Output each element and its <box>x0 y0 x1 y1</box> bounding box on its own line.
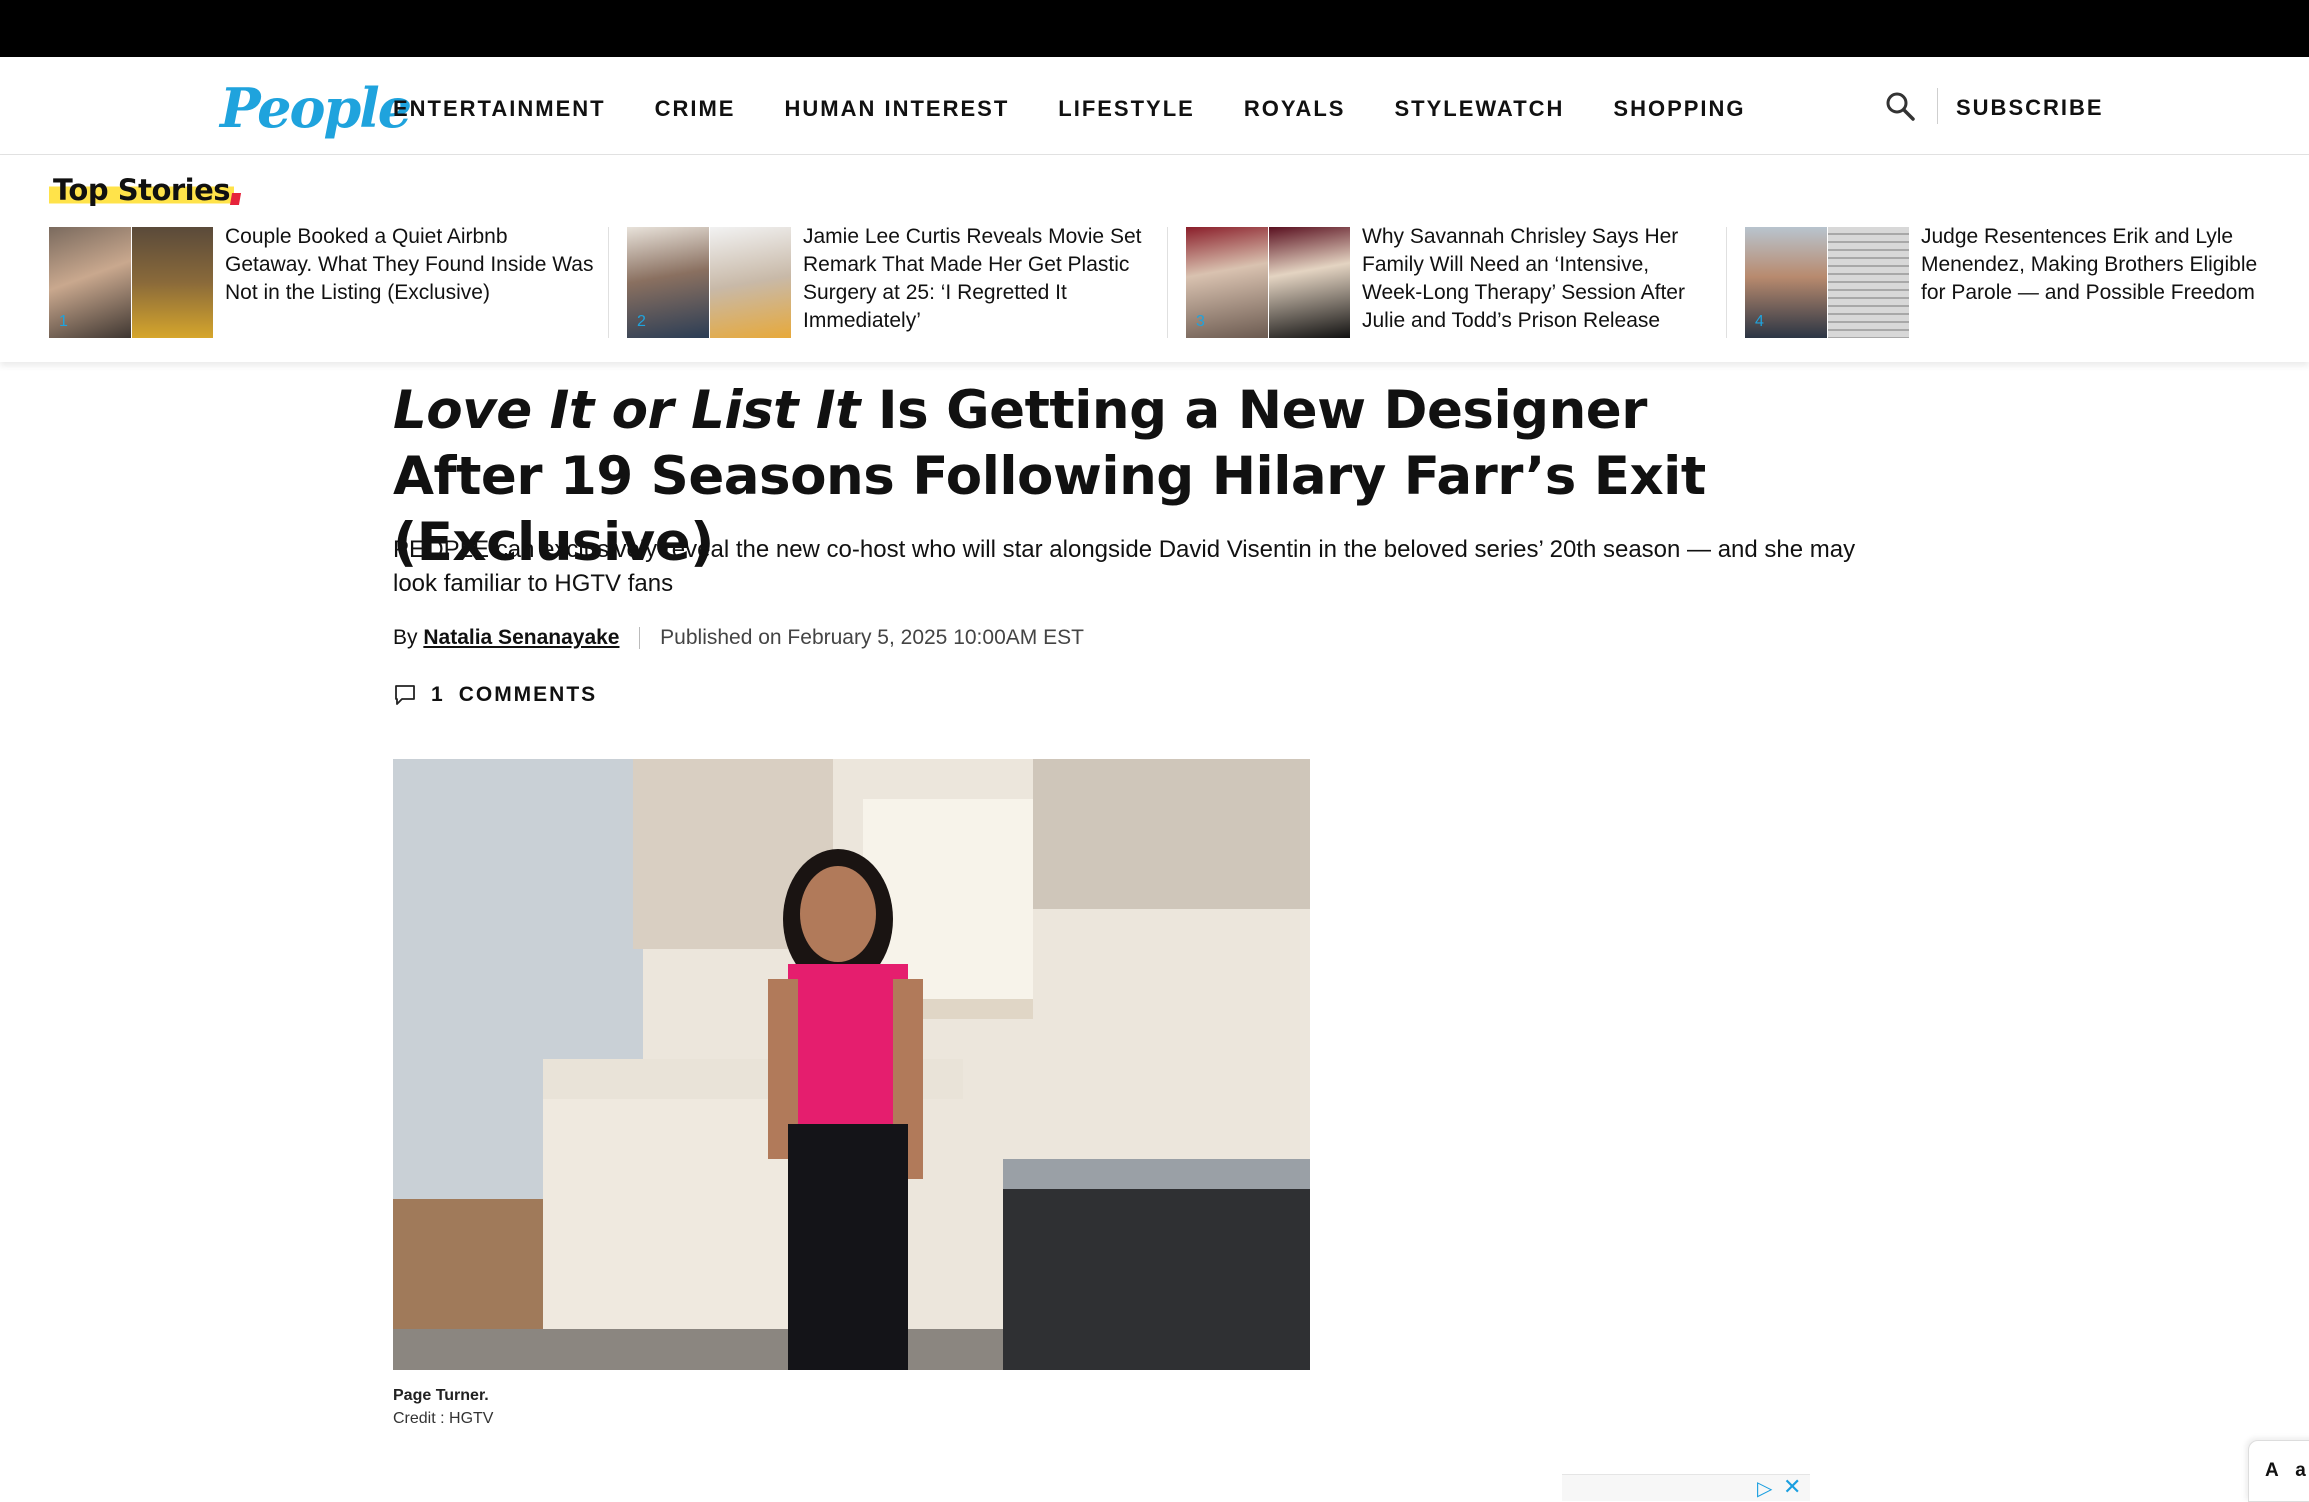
subscribe-button[interactable]: SUBSCRIBE <box>1956 88 2104 128</box>
nav-divider <box>1937 88 1938 124</box>
story-headline[interactable]: Why Savannah Chrisley Says Her Family Wi… <box>1362 223 1714 335</box>
top-stories-title: Top Stories <box>49 173 235 207</box>
article-dek: PEOPLE can exclusively reveal the new co… <box>393 536 1856 597</box>
story-thumbnail[interactable] <box>1186 227 1351 338</box>
story-divider <box>1726 227 1727 338</box>
story-rank: 2 <box>637 313 646 330</box>
comments-count: 1 <box>431 683 445 706</box>
byline: By Natalia Senanayake Published on Febru… <box>393 622 1084 654</box>
story-divider <box>1167 227 1168 338</box>
byline-divider <box>639 627 641 650</box>
story-headline[interactable]: Couple Booked a Quiet Airbnb Getaway. Wh… <box>225 223 595 307</box>
nav-entertainment[interactable]: ENTERTAINMENT <box>393 89 606 129</box>
story-thumbnail[interactable] <box>49 227 214 338</box>
close-icon[interactable]: ✕ <box>1783 1474 1801 1500</box>
nav-crime[interactable]: CRIME <box>655 89 736 129</box>
comments-label: COMMENTS <box>458 683 598 706</box>
story-headline[interactable]: Jamie Lee Curtis Reveals Movie Set Remar… <box>803 223 1155 335</box>
story-rank: 3 <box>1196 313 1205 330</box>
story-headline[interactable]: Judge Resentences Erik and Lyle Menendez… <box>1921 223 2273 307</box>
top-stories-bar: Top Stories 1 Couple Booked a Quiet Airb… <box>0 155 2309 362</box>
main-nav: ENTERTAINMENT CRIME HUMAN INTEREST LIFES… <box>393 89 1795 129</box>
comment-icon <box>395 685 415 705</box>
top-black-bar <box>0 0 2309 57</box>
site-header: People ENTERTAINMENT CRIME HUMAN INTERES… <box>0 57 2309 155</box>
by-label: By <box>393 626 418 649</box>
story-rank: 4 <box>1755 313 1764 330</box>
people-logo[interactable]: People <box>220 73 412 143</box>
story-rank: 1 <box>59 313 68 330</box>
nav-stylewatch[interactable]: STYLEWATCH <box>1394 89 1564 129</box>
nav-human-interest[interactable]: HUMAN INTEREST <box>784 89 1009 129</box>
caption-title: Page Turner. <box>393 1387 489 1404</box>
nav-shopping[interactable]: SHOPPING <box>1613 89 1745 129</box>
hero-image <box>393 759 1310 1370</box>
nav-royals[interactable]: ROYALS <box>1244 89 1346 129</box>
show-title: Love It or List It <box>393 380 860 441</box>
adchoices-icon[interactable]: ▷ <box>1757 1476 1772 1501</box>
kitchen-photo <box>393 759 1310 1370</box>
ad-banner[interactable] <box>1562 1474 1810 1501</box>
caption-credit: Credit : HGTV <box>393 1410 494 1427</box>
published-date: Published on February 5, 2025 10:00AM ES… <box>660 626 1084 649</box>
search-icon[interactable] <box>1884 90 1916 122</box>
image-caption: Page Turner. Credit : HGTV <box>393 1384 493 1430</box>
author-link[interactable]: Natalia Senanayake <box>423 626 619 649</box>
comments-link[interactable]: 1 COMMENTS <box>393 680 597 710</box>
story-thumbnail[interactable] <box>627 227 792 338</box>
font-size-button[interactable]: A a <box>2248 1440 2309 1502</box>
nav-lifestyle[interactable]: LIFESTYLE <box>1058 89 1195 129</box>
story-thumbnail[interactable] <box>1745 227 1910 338</box>
story-divider <box>608 227 609 338</box>
